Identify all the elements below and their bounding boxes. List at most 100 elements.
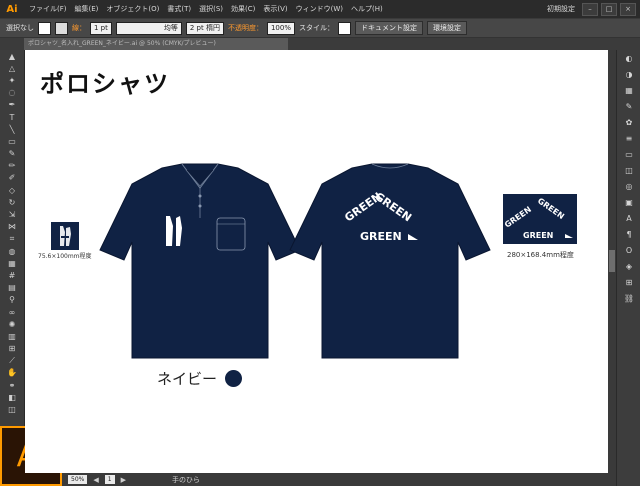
menu-effect[interactable]: 効果(C) xyxy=(227,4,259,14)
stroke-width-field[interactable]: 1 pt xyxy=(90,21,112,35)
drawing-mode-icon[interactable]: ◫ xyxy=(0,403,24,415)
color-guide-icon[interactable]: ◑ xyxy=(617,66,640,82)
stroke-swatch[interactable] xyxy=(55,21,68,35)
selection-status: 選択なし xyxy=(6,24,34,32)
transparency-panel-icon[interactable]: ◫ xyxy=(617,162,640,178)
links-panel-icon[interactable]: ⛓ xyxy=(617,290,640,306)
eyedropper-tool-icon[interactable]: ⚲ xyxy=(0,294,24,306)
polo-front[interactable] xyxy=(99,160,301,360)
menu-window[interactable]: ウィンドウ(W) xyxy=(292,4,347,14)
menu-edit[interactable]: 編集(E) xyxy=(71,4,103,14)
document-tab[interactable]: ポロシャツ_名入れ_GREEN_ネイビー.ai @ 50% (CMYK/プレビュ… xyxy=(24,38,288,50)
artboard-tool-icon[interactable]: ⊞ xyxy=(0,343,24,355)
panel-dock: ◐ ◑ ▦ ✎ ✿ ≡ ▭ ◫ ◎ ▣ A ¶ O ◈ ⊞ ⛓ xyxy=(616,50,640,486)
paragraph-panel-icon[interactable]: ¶ xyxy=(617,226,640,242)
menu-bar: Ai ファイル(F) 編集(E) オブジェクト(O) 書式(T) 選択(S) 効… xyxy=(0,0,640,18)
small-logo-thumbnail[interactable] xyxy=(51,222,79,250)
gradient-panel-icon[interactable]: ▭ xyxy=(617,146,640,162)
minimize-icon[interactable]: – xyxy=(582,2,598,16)
symbol-sprayer-tool-icon[interactable]: ✺ xyxy=(0,318,24,330)
large-logo-thumbnail[interactable]: GREEN GREEN GREEN xyxy=(503,194,577,244)
prev-artboard-icon[interactable]: ◀ xyxy=(93,476,98,484)
line-tool-icon[interactable]: ╲ xyxy=(0,123,24,135)
zoom-tool-icon[interactable]: ⚭ xyxy=(0,379,24,391)
swatches-panel-icon[interactable]: ▦ xyxy=(617,82,640,98)
style-swatch[interactable] xyxy=(337,21,351,35)
menu-type[interactable]: 書式(T) xyxy=(163,4,195,14)
menu-help[interactable]: ヘルプ(H) xyxy=(347,4,387,14)
magic-wand-tool-icon[interactable]: ✦ xyxy=(0,74,24,86)
stroke-profile-select[interactable]: 均等 xyxy=(115,21,182,35)
paintbrush-tool-icon[interactable]: ✎ xyxy=(0,148,24,160)
direct-selection-tool-icon[interactable]: △ xyxy=(0,62,24,74)
lasso-tool-icon[interactable]: ◌ xyxy=(0,87,24,99)
back-logo-word-3: GREEN xyxy=(360,230,402,243)
maximize-icon[interactable]: □ xyxy=(601,2,617,16)
color-panel-icon[interactable]: ◐ xyxy=(617,50,640,66)
blend-tool-icon[interactable]: ∞ xyxy=(0,306,24,318)
menu-object[interactable]: オブジェクト(O) xyxy=(102,4,163,14)
width-tool-icon[interactable]: ⋈ xyxy=(0,221,24,233)
zoom-field[interactable]: 50% xyxy=(68,475,88,484)
fill-stroke-icon[interactable]: ◧ xyxy=(0,391,24,403)
artboards-panel-icon[interactable]: ⊞ xyxy=(617,274,640,290)
navy-color-swatch xyxy=(225,370,243,387)
character-panel-icon[interactable]: A xyxy=(617,210,640,226)
menu-view[interactable]: 表示(V) xyxy=(259,4,291,14)
large-logo-word-3: GREEN xyxy=(523,231,553,240)
next-artboard-icon[interactable]: ▶ xyxy=(121,476,126,484)
fill-swatch[interactable] xyxy=(38,21,51,35)
tools-panel: ▲ △ ✦ ◌ ✒ T ╲ ▭ ✎ ✏ ✐ ◇ ↻ ⇲ ⋈ ⌗ ◍ ▦ # ▤ … xyxy=(0,50,25,426)
rectangle-tool-icon[interactable]: ▭ xyxy=(0,135,24,147)
blob-brush-tool-icon[interactable]: ✐ xyxy=(0,172,24,184)
scale-tool-icon[interactable]: ⇲ xyxy=(0,208,24,220)
selection-tool-icon[interactable]: ▲ xyxy=(0,50,24,62)
hand-tool-icon[interactable]: ✋ xyxy=(0,367,24,379)
close-icon[interactable]: × xyxy=(620,2,636,16)
document-setup-button[interactable]: ドキュメント設定 xyxy=(354,21,423,35)
free-transform-tool-icon[interactable]: ⌗ xyxy=(0,233,24,245)
graphic-styles-icon[interactable]: ▣ xyxy=(617,194,640,210)
style-label: スタイル： xyxy=(298,24,334,32)
brushes-panel-icon[interactable]: ✎ xyxy=(617,98,640,114)
vertical-scroll-thumb[interactable] xyxy=(609,250,615,272)
artboard-number-field[interactable]: 1 xyxy=(104,475,115,484)
menu-file[interactable]: ファイル(F) xyxy=(25,4,71,14)
gradient-tool-icon[interactable]: ▤ xyxy=(0,282,24,294)
opacity-label[interactable]: 不透明度： xyxy=(228,23,263,33)
symbols-panel-icon[interactable]: ✿ xyxy=(617,114,640,130)
eraser-tool-icon[interactable]: ◇ xyxy=(0,184,24,196)
column-graph-tool-icon[interactable]: ▥ xyxy=(0,330,24,342)
opacity-field[interactable]: 100% xyxy=(266,21,295,35)
control-bar: 選択なし 線： 1 pt 均等 2 pt 楕円 不透明度： 100% スタイル：… xyxy=(0,18,640,38)
type-tool-icon[interactable]: T xyxy=(0,111,24,123)
vertical-scrollbar[interactable] xyxy=(608,50,616,473)
document-tab-row: ポロシャツ_名入れ_GREEN_ネイビー.ai @ 50% (CMYK/プレビュ… xyxy=(0,38,640,50)
small-logo-size-label: 75.6×100mm程度 xyxy=(38,253,92,260)
large-logo-size-label: 280×168.4mm程度 xyxy=(507,251,574,259)
preferences-button[interactable]: 環境設定 xyxy=(426,21,467,35)
rotate-tool-icon[interactable]: ↻ xyxy=(0,196,24,208)
appearance-panel-icon[interactable]: ◎ xyxy=(617,178,640,194)
menu-select[interactable]: 選択(S) xyxy=(195,4,227,14)
stroke-profile-label: 均等 xyxy=(163,24,178,32)
color-label: ネイビー xyxy=(157,368,243,389)
artboard-title: ポロシャツ xyxy=(40,69,170,98)
workspace-switcher[interactable]: 初期設定 xyxy=(543,4,579,14)
slice-tool-icon[interactable]: ⟋ xyxy=(0,355,24,367)
mesh-tool-icon[interactable]: # xyxy=(0,269,24,281)
pencil-tool-icon[interactable]: ✏ xyxy=(0,160,24,172)
pen-tool-icon[interactable]: ✒ xyxy=(0,99,24,111)
stroke-label[interactable]: 線： xyxy=(72,23,86,33)
artboard[interactable]: ポロシャツ 75.6×100mm程度 GREEN GREEN GREEN GRE… xyxy=(25,50,608,473)
stroke-panel-icon[interactable]: ≡ xyxy=(617,130,640,146)
color-name: ネイビー xyxy=(157,370,218,388)
status-bar: 50% ◀ 1 ▶ 手のひら xyxy=(62,473,616,486)
perspective-grid-tool-icon[interactable]: ▦ xyxy=(0,257,24,269)
shape-builder-tool-icon[interactable]: ◍ xyxy=(0,245,24,257)
brush-select[interactable]: 2 pt 楕円 xyxy=(185,21,224,35)
opentype-panel-icon[interactable]: O xyxy=(617,242,640,258)
layers-panel-icon[interactable]: ◈ xyxy=(617,258,640,274)
current-tool-status: 手のひら xyxy=(171,475,200,484)
polo-back[interactable]: GREEN GREEN GREEN xyxy=(289,160,491,360)
